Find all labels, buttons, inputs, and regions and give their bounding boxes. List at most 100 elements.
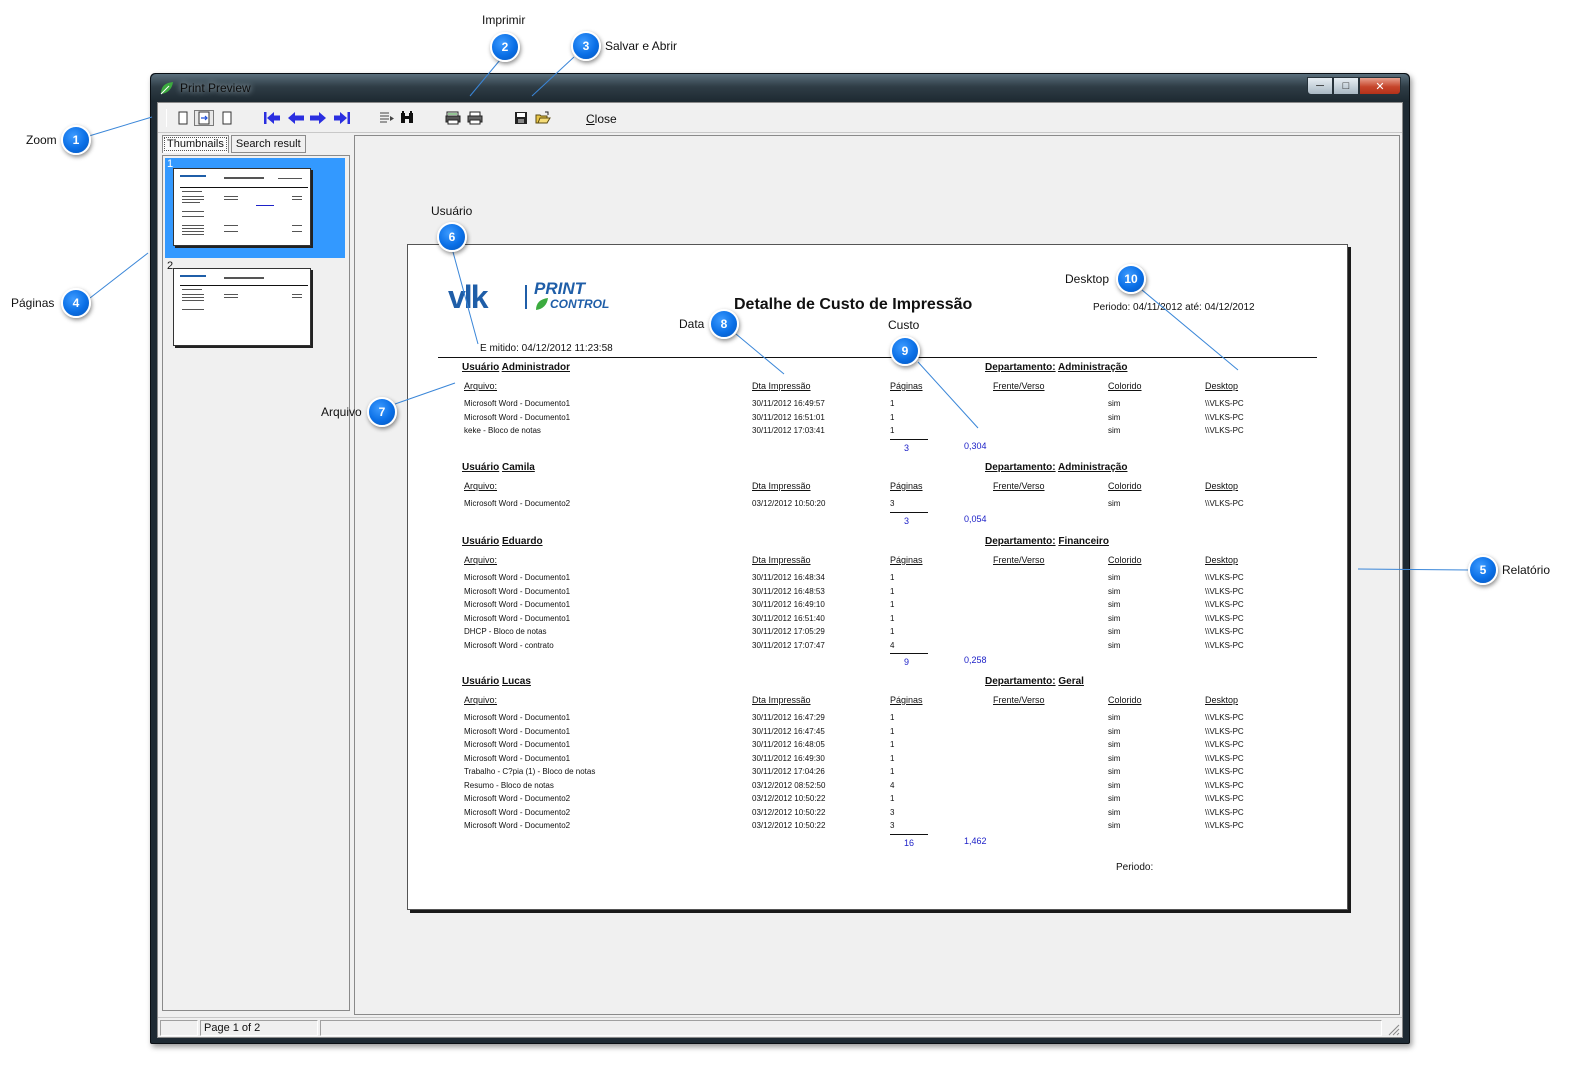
status-panel-main: [320, 1020, 1382, 1036]
callout-paginas-label: Páginas: [11, 296, 55, 310]
col-header-desktop: Desktop: [1205, 695, 1239, 705]
open-icon[interactable]: [534, 110, 552, 126]
row-pages: 1: [890, 573, 895, 582]
print-icon[interactable]: [466, 110, 484, 126]
report-emitted: E mitido: 04/12/2012 11:23:58: [480, 343, 613, 354]
col-header-frente-verso: Frente/Verso: [993, 555, 1045, 565]
row-date: 30/11/2012 16:47:45: [752, 726, 825, 736]
next-page-icon[interactable]: [308, 110, 328, 126]
minimize-button[interactable]: ─: [1307, 77, 1333, 95]
title-bar[interactable]: Print Preview ─ □ ✕: [151, 74, 1409, 102]
row-desktop: \\VLKS-PC: [1205, 794, 1244, 803]
row-desktop: \\VLKS-PC: [1205, 780, 1244, 790]
status-panel-empty: [160, 1020, 198, 1036]
save-icon[interactable]: [512, 110, 530, 126]
department-name: Geral: [1058, 676, 1084, 687]
row-color: sim: [1108, 780, 1121, 790]
row-date: 30/11/2012 16:49:57: [752, 399, 825, 408]
row-pages: 3: [890, 499, 895, 508]
zoom-full-icon[interactable]: [220, 110, 234, 126]
prev-page-icon[interactable]: [286, 110, 306, 126]
row-file: Microsoft Word - Documento1: [464, 740, 571, 749]
user-label: Usuário: [462, 676, 500, 687]
callout-imprimir-label: Imprimir: [482, 13, 526, 27]
col-header-colorido: Colorido: [1108, 695, 1142, 705]
toolbar-separator: [166, 109, 167, 127]
col-header-frente-verso: Frente/Verso: [993, 695, 1045, 705]
tab-thumbnails[interactable]: Thumbnails: [162, 135, 229, 153]
first-page-icon[interactable]: [262, 110, 282, 126]
row-pages: 1: [890, 753, 895, 763]
group-total-pages: 3: [904, 442, 910, 453]
row-pages: 1: [890, 713, 895, 722]
callout-data-label: Data: [679, 317, 705, 331]
row-color: sim: [1108, 821, 1121, 830]
row-color: sim: [1108, 726, 1121, 736]
row-pages: 4: [890, 640, 895, 650]
thumbnail-page-1[interactable]: [173, 168, 311, 246]
group-user: Usuário Lucas: [462, 676, 531, 687]
zoom-page-icon[interactable]: [176, 110, 190, 126]
app-leaf-icon: [160, 82, 173, 95]
row-color: sim: [1108, 640, 1121, 650]
row-pages: 1: [890, 767, 895, 776]
callout-10-badge: 10: [1116, 264, 1146, 294]
row-file: Microsoft Word - Documento2: [464, 807, 571, 817]
row-pages: 1: [890, 794, 895, 803]
thumbnail-list[interactable]: 1 2: [162, 155, 350, 1011]
maximize-button[interactable]: □: [1333, 77, 1359, 95]
row-pages: 1: [890, 740, 895, 749]
row-date: 03/12/2012 08:52:50: [752, 780, 826, 790]
col-header-paginas: Páginas: [890, 481, 923, 491]
group-user: Usuário Administrador: [462, 362, 570, 373]
row-pages: 3: [890, 821, 895, 830]
logo-control: CONTROL: [550, 297, 610, 311]
row-date: 30/11/2012 17:07:47: [752, 640, 825, 650]
row-date: 30/11/2012 17:04:26: [752, 767, 825, 776]
row-file: Microsoft Word - Documento1: [464, 399, 571, 408]
logo-vlk: vlk: [448, 279, 489, 315]
row-pages: 3: [890, 807, 895, 817]
last-page-icon[interactable]: [332, 110, 352, 126]
row-date: 30/11/2012 16:51:01: [752, 412, 825, 422]
row-date: 30/11/2012 16:48:34: [752, 573, 825, 582]
pages-panel: Thumbnails Search result 1 2: [162, 135, 350, 1015]
resize-grip-icon[interactable]: [1386, 1022, 1400, 1036]
close-button[interactable]: Close: [586, 112, 617, 126]
col-header-arquivo: Arquivo:: [464, 695, 498, 705]
print-setup-icon[interactable]: [444, 110, 462, 126]
row-color: sim: [1108, 499, 1121, 508]
callout-2-badge: 2: [490, 32, 520, 62]
close-button-label: lose: [594, 112, 617, 126]
callout-custo-label: Custo: [888, 318, 920, 332]
row-color: sim: [1108, 600, 1121, 609]
row-file: Microsoft Word - Documento1: [464, 412, 571, 422]
total-rule: [890, 511, 928, 513]
close-window-button[interactable]: ✕: [1359, 77, 1401, 95]
find-icon[interactable]: [398, 110, 416, 126]
window-title: Print Preview: [180, 81, 251, 95]
row-file: keke - Bloco de notas: [464, 426, 541, 435]
row-pages: 1: [890, 627, 895, 636]
col-header-frente-verso: Frente/Verso: [993, 381, 1045, 391]
col-header-desktop: Desktop: [1205, 555, 1239, 565]
tab-search-result[interactable]: Search result: [230, 135, 306, 153]
row-file: Microsoft Word - Documento2: [464, 794, 571, 803]
group-department: Departamento: Administração: [985, 462, 1127, 473]
row-date: 30/11/2012 16:48:53: [752, 586, 825, 596]
thumbnail-page-2[interactable]: [173, 268, 311, 346]
row-pages: 1: [890, 600, 895, 609]
row-file: Microsoft Word - Documento2: [464, 821, 571, 830]
page-setup-icon[interactable]: [378, 110, 396, 126]
row-color: sim: [1108, 613, 1121, 623]
col-header-paginas: Páginas: [890, 695, 923, 705]
zoom-width-icon[interactable]: [194, 110, 214, 126]
callout-usuario-label: Usuário: [431, 204, 473, 218]
department-label: Departamento:: [985, 362, 1056, 373]
col-header-desktop: Desktop: [1205, 381, 1239, 391]
col-header-colorido: Colorido: [1108, 481, 1142, 491]
report-preview-area[interactable]: vlk PRINT CONTROL Detalhe de Custo de Im…: [354, 135, 1400, 1015]
row-color: sim: [1108, 412, 1121, 422]
row-desktop: \\VLKS-PC: [1205, 821, 1244, 830]
department-label: Departamento:: [985, 676, 1056, 687]
